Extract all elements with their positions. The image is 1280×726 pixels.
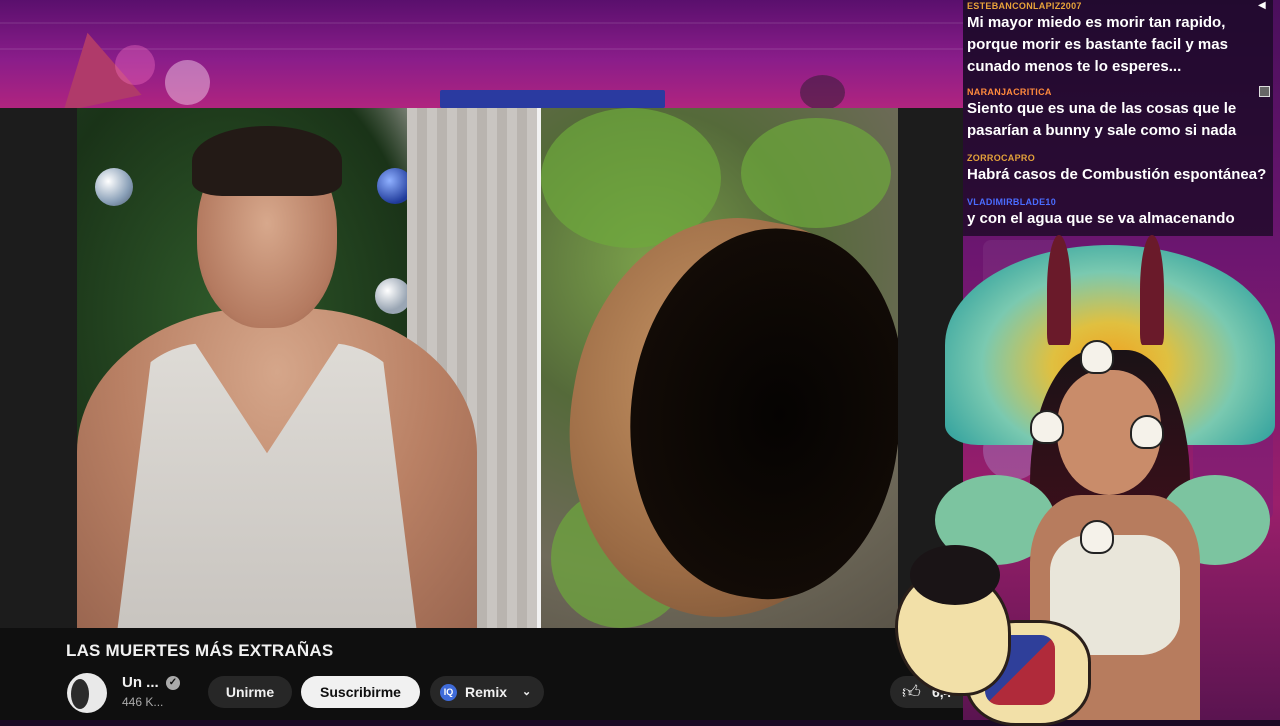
skull-ornament-icon xyxy=(1080,340,1114,374)
video-frame-right-photo xyxy=(541,108,898,628)
remix-icon: IQ xyxy=(440,684,457,701)
channel-name[interactable]: Un ... xyxy=(122,674,159,691)
horse-mane xyxy=(910,545,1000,605)
chat-message: ZORROCAPRO Habrá casos de Combustión esp… xyxy=(967,153,1266,186)
channel-avatar[interactable] xyxy=(67,673,107,713)
skull-ornament-icon xyxy=(1030,410,1064,444)
video-player[interactable] xyxy=(0,108,963,628)
verified-badge-icon: ✓ xyxy=(166,676,180,690)
ornament xyxy=(375,278,411,314)
chat-thumbnail-icon xyxy=(1259,86,1270,97)
stream-background-top xyxy=(0,0,963,108)
chat-text-line: porque morir es bastante facil y mas xyxy=(967,36,1228,53)
speaker-icon: ◀ xyxy=(1258,0,1266,11)
chat-username: ESTEBANCONLAPIZ2007 xyxy=(967,1,1082,11)
grass-patch xyxy=(741,118,891,228)
chat-text-line: pasarían a bunny y sale como si nada xyxy=(967,122,1237,139)
chat-text-line: Habrá casos de Combustión espontánea? xyxy=(967,166,1267,183)
chat-text-line: cunado menos te lo esperes... xyxy=(967,58,1182,75)
remix-button[interactable]: IQ Remix ⌄ xyxy=(430,676,544,708)
bunny-ear xyxy=(1140,235,1164,345)
video-title: LAS MUERTES MÁS EXTRAÑAS xyxy=(66,641,334,660)
remix-label: Remix xyxy=(465,684,508,700)
background-table xyxy=(440,90,665,108)
chat-message: NARANJACRITICA Siento que es una de las … xyxy=(967,87,1236,142)
player-letterbox-left xyxy=(0,108,77,628)
subscribe-button[interactable]: Suscribirme xyxy=(301,676,420,708)
join-button[interactable]: Unirme xyxy=(208,676,292,708)
horse-mascot xyxy=(895,545,1095,726)
chevron-down-icon: ⌄ xyxy=(522,686,532,698)
background-character xyxy=(800,75,845,108)
avatar-shape xyxy=(71,679,89,709)
chat-message: ESTEBANCONLAPIZ2007 Mi mayor miedo es mo… xyxy=(967,1,1228,78)
chat-username: NARANJACRITICA xyxy=(967,87,1052,97)
background-character xyxy=(115,45,155,85)
subscriber-count: 446 K... xyxy=(122,695,164,709)
man-hair xyxy=(192,126,342,196)
background-stripe xyxy=(0,22,963,24)
skull-ornament-icon xyxy=(1130,415,1164,449)
video-frame-left-photo xyxy=(77,108,537,628)
bunny-ear xyxy=(1047,235,1071,345)
ornament xyxy=(95,168,133,206)
background-character xyxy=(165,60,210,105)
chat-username: ZORROCAPRO xyxy=(967,153,1035,163)
chat-text-line: Mi mayor miedo es morir tan rapido, xyxy=(967,14,1226,31)
chat-text-line: Siento que es una de las cosas que le xyxy=(967,100,1237,117)
